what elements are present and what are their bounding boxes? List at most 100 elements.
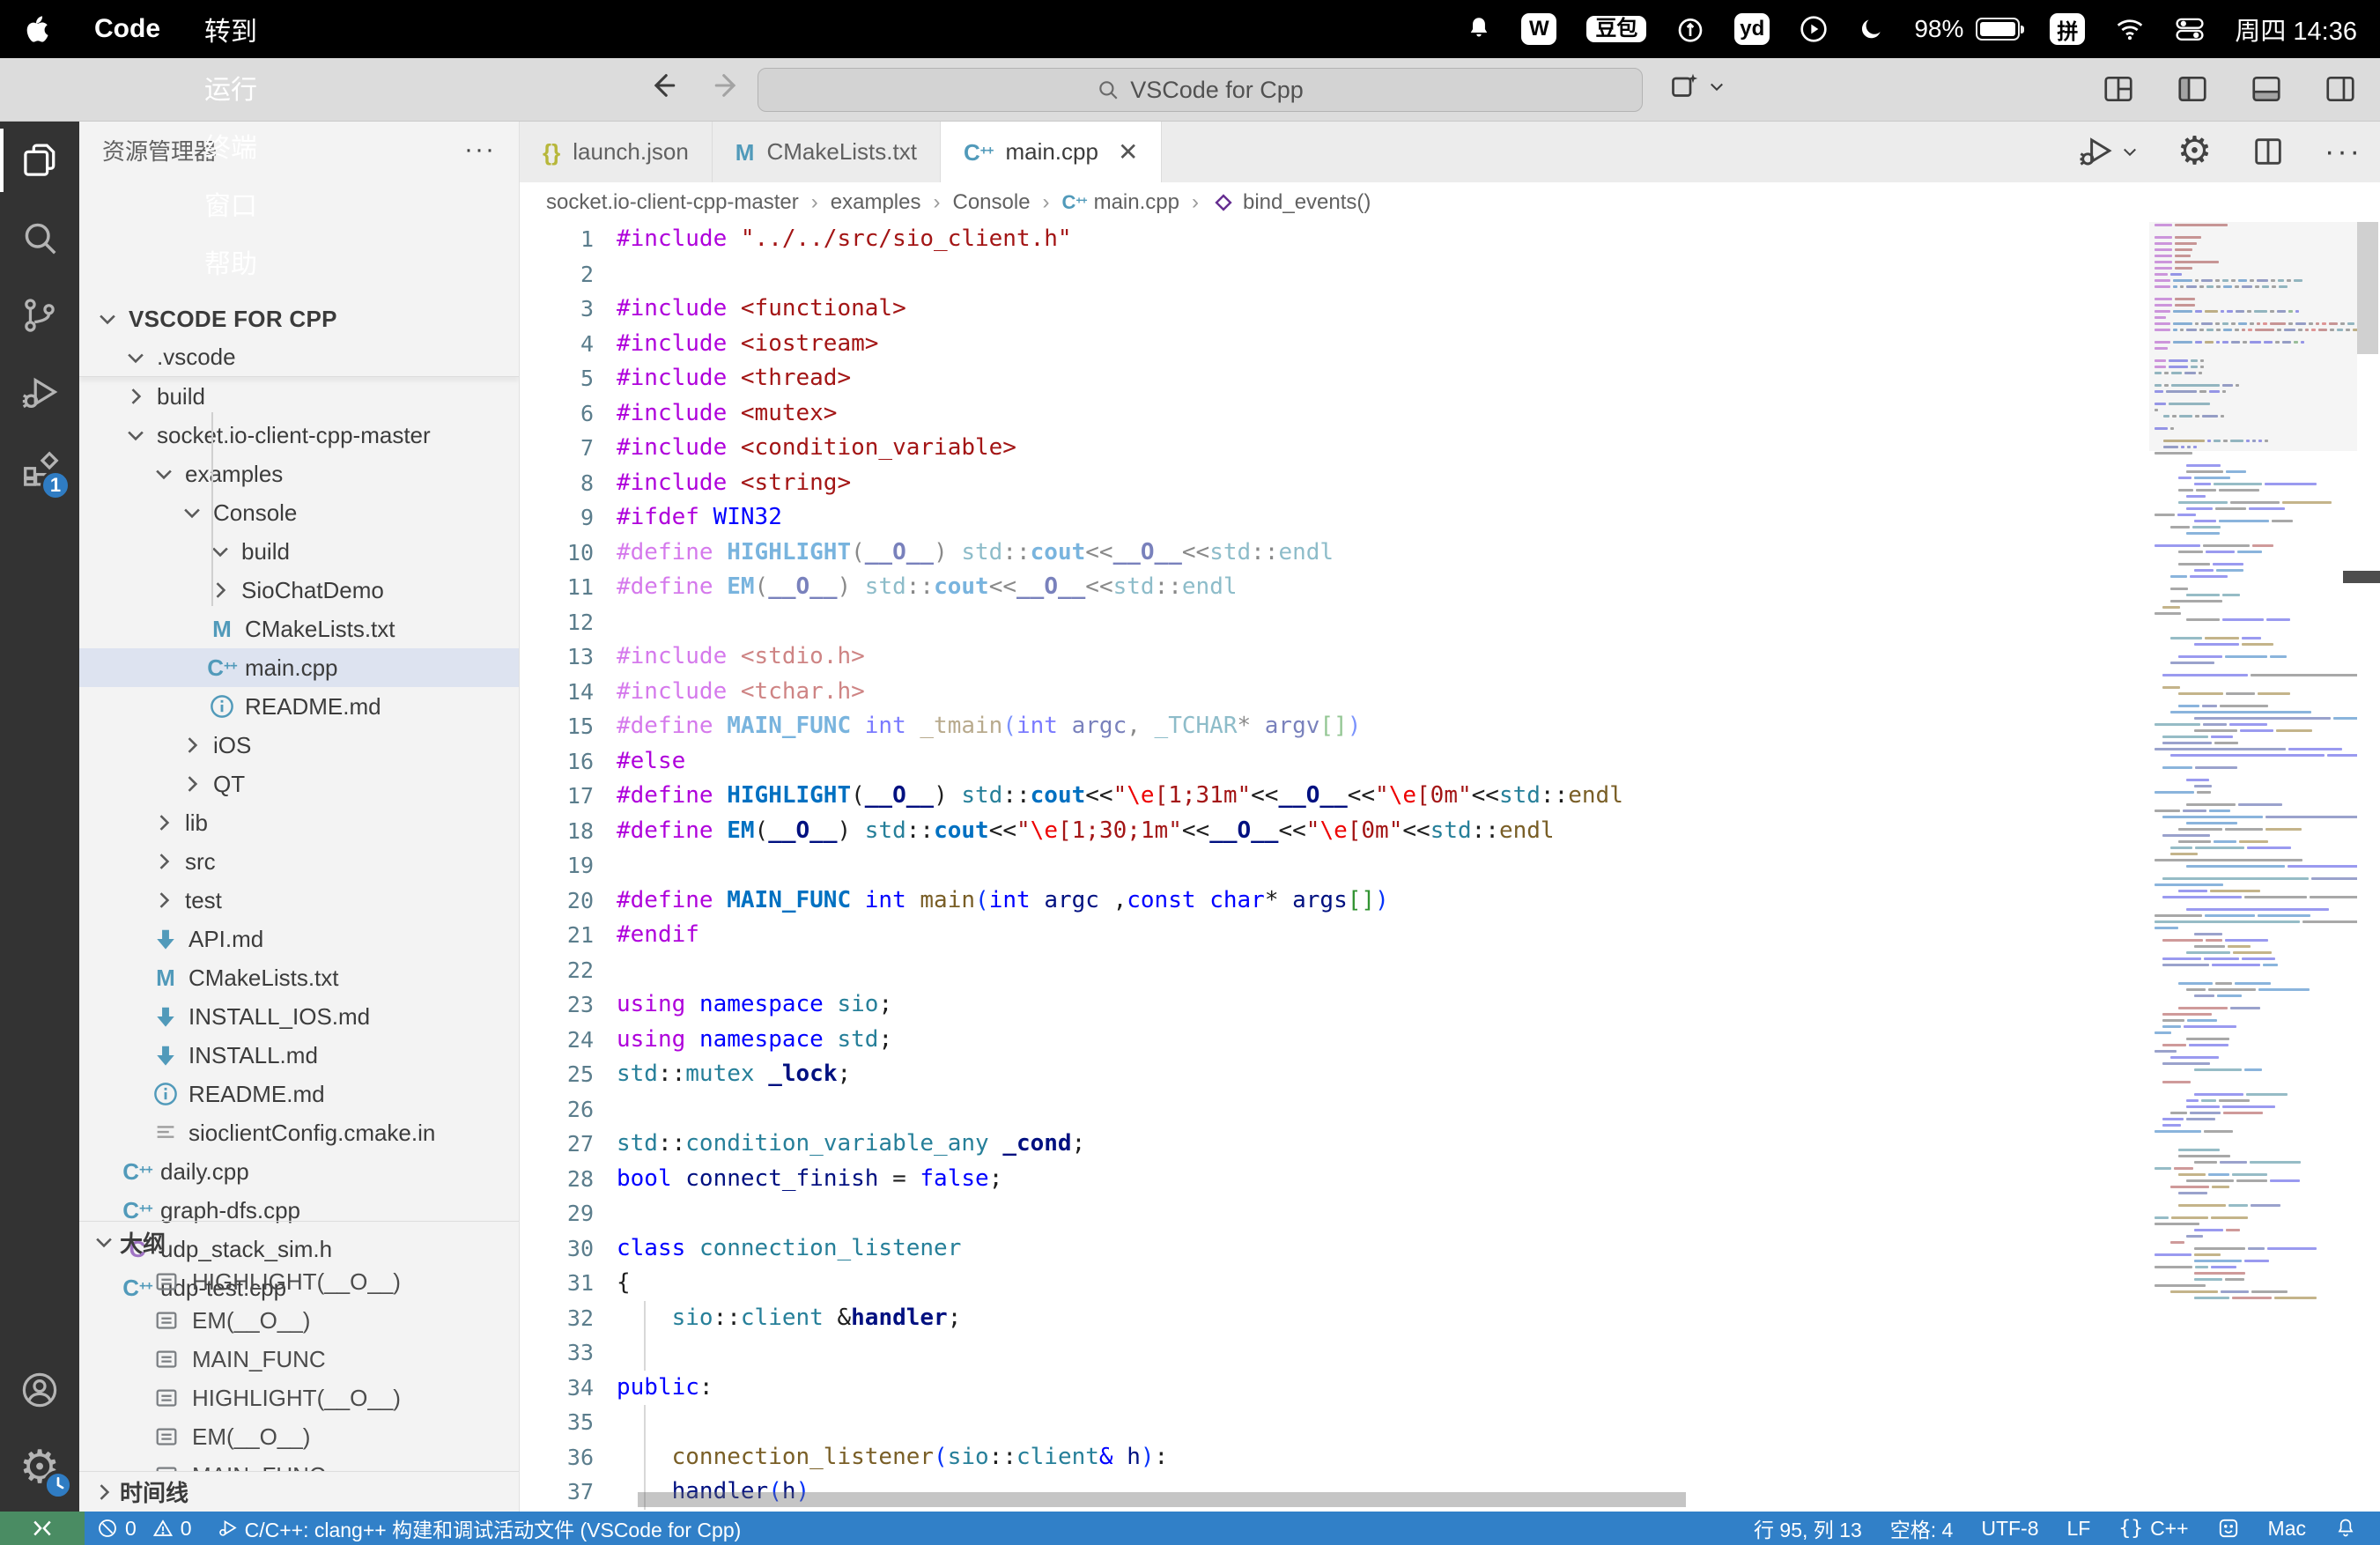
code-line-6[interactable]: 6#include <mutex> — [520, 396, 2149, 432]
tree-item-cmakelists-txt[interactable]: MCMakeLists.txt — [79, 610, 519, 648]
tab-main-cpp[interactable]: C++main.cpp✕ — [941, 122, 1162, 182]
outline-item[interactable]: HIGHLIGHT(__O__) — [79, 1379, 519, 1417]
outline-item[interactable]: MAIN_FUNC — [79, 1340, 519, 1379]
chevron-right-icon[interactable] — [176, 733, 208, 758]
tree-item-install-md[interactable]: INSTALL.md — [79, 1036, 519, 1075]
youdao-menu-icon[interactable]: yd — [1734, 13, 1770, 45]
code-line-9[interactable]: 9#ifdef WIN32 — [520, 500, 2149, 536]
code-line-4[interactable]: 4#include <iostream> — [520, 327, 2149, 362]
encoding-status[interactable]: UTF-8 — [1967, 1512, 2052, 1545]
code-line-29[interactable]: 29 — [520, 1196, 2149, 1231]
tree-item-install-ios-md[interactable]: INSTALL_IOS.md — [79, 997, 519, 1036]
chevron-right-icon[interactable] — [148, 888, 180, 913]
code-line-30[interactable]: 30class connection_listener — [520, 1231, 2149, 1267]
focus-moon-icon[interactable] — [1858, 16, 1884, 42]
play-menu-icon[interactable] — [1800, 15, 1828, 43]
activity-run-debug[interactable] — [0, 354, 79, 432]
tree-item-api-md[interactable]: API.md — [79, 920, 519, 958]
tree-item-build[interactable]: build — [79, 532, 519, 571]
os-indicator[interactable]: Mac — [2254, 1512, 2320, 1545]
activity-settings[interactable]: ⚙ — [0, 1429, 79, 1506]
code-line-3[interactable]: 3#include <functional> — [520, 292, 2149, 327]
chevron-down-icon[interactable] — [176, 500, 208, 525]
chevron-right-icon[interactable] — [204, 578, 236, 602]
code-line-27[interactable]: 27std::condition_variable_any _cond; — [520, 1127, 2149, 1162]
toggle-secondary-sidebar-icon[interactable] — [2324, 72, 2357, 106]
timer-menu-icon[interactable] — [1676, 15, 1704, 43]
apple-menu-icon[interactable] — [0, 14, 72, 44]
code-line-33[interactable]: 33 — [520, 1335, 2149, 1371]
nav-forward-button[interactable] — [713, 70, 743, 100]
tree-item-siochatdemo[interactable]: SioChatDemo — [79, 571, 519, 610]
tree-item-build[interactable]: build — [79, 377, 519, 416]
tree-item--vscode[interactable]: .vscode — [79, 338, 519, 377]
outline-item[interactable]: EM(__O__) — [79, 1301, 519, 1340]
tree-item-src[interactable]: src — [79, 842, 519, 881]
code-line-13[interactable]: 13#include <stdio.h> — [520, 639, 2149, 675]
chevron-right-icon[interactable] — [120, 384, 152, 409]
outline-item[interactable]: EM(__O__) — [79, 1417, 519, 1456]
tree-item-readme-md[interactable]: README.md — [79, 687, 519, 726]
menu-clock[interactable]: 周四 14:36 — [2235, 11, 2357, 48]
remote-indicator[interactable] — [0, 1512, 85, 1545]
code-line-10[interactable]: 10#define HIGHLIGHT(__O__) std::cout<<__… — [520, 536, 2149, 571]
timeline-section-header[interactable]: 时间线 — [79, 1471, 519, 1512]
code-line-28[interactable]: 28bool connect_finish = false; — [520, 1162, 2149, 1197]
chevron-down-icon[interactable] — [92, 307, 123, 331]
code-line-31[interactable]: 31{ — [520, 1266, 2149, 1301]
control-center-icon[interactable] — [2175, 16, 2205, 42]
wps-menu-icon[interactable]: W — [1521, 13, 1556, 45]
tab-launch-json[interactable]: {}launch.json — [520, 122, 713, 182]
explorer-more-actions-icon[interactable]: ··· — [464, 135, 496, 165]
code-line-26[interactable]: 26 — [520, 1092, 2149, 1127]
chevron-down-icon[interactable] — [120, 345, 152, 370]
tree-item-examples[interactable]: examples — [79, 455, 519, 493]
command-center-search[interactable]: VSCode for Cpp — [758, 68, 1643, 112]
toggle-sidebar-icon[interactable] — [2176, 72, 2209, 106]
code-line-12[interactable]: 12 — [520, 605, 2149, 640]
chevron-right-icon[interactable] — [148, 810, 180, 835]
code-line-23[interactable]: 23using namespace sio; — [520, 987, 2149, 1023]
problems-status[interactable]: 0 0 — [85, 1512, 204, 1545]
menu-item[interactable]: 运行 — [182, 58, 279, 116]
editor-more-actions-icon[interactable]: ··· — [2325, 135, 2362, 169]
code-line-32[interactable]: 32 sio::client &handler; — [520, 1301, 2149, 1336]
code-editor[interactable]: 1#include "../../src/sio_client.h"23#inc… — [520, 222, 2149, 1512]
code-line-22[interactable]: 22 — [520, 953, 2149, 988]
chevron-down-icon[interactable] — [148, 462, 180, 486]
close-icon[interactable]: ✕ — [1118, 137, 1138, 166]
tree-item-cmakelists-txt[interactable]: MCMakeLists.txt — [79, 958, 519, 997]
indentation-status[interactable]: 空格: 4 — [1876, 1512, 1968, 1545]
chevron-down-icon[interactable] — [204, 539, 236, 564]
tree-item-ios[interactable]: iOS — [79, 726, 519, 765]
chevron-down-icon[interactable] — [1708, 78, 1726, 95]
toggle-panel-icon[interactable] — [2250, 72, 2283, 106]
code-line-34[interactable]: 34public: — [520, 1371, 2149, 1406]
language-mode[interactable]: {} C++ — [2104, 1512, 2202, 1545]
build-task-button[interactable]: C/C++: clang++ 构建和调试活动文件 (VSCode for Cpp… — [204, 1512, 754, 1545]
nav-back-button[interactable] — [647, 70, 677, 100]
eol-status[interactable]: LF — [2053, 1512, 2105, 1545]
breadcrumb-item[interactable]: socket.io-client-cpp-master — [546, 190, 799, 215]
code-line-2[interactable]: 2 — [520, 257, 2149, 292]
breadcrumb-item[interactable]: C++main.cpp — [1062, 190, 1179, 215]
code-line-20[interactable]: 20#define MAIN_FUNC int main(int argc ,c… — [520, 883, 2149, 919]
code-line-35[interactable]: 35 — [520, 1405, 2149, 1440]
breadcrumb-item[interactable]: bind_events() — [1211, 190, 1371, 215]
code-line-17[interactable]: 17#define HIGHLIGHT(__O__) std::cout<<"\… — [520, 779, 2149, 814]
outline-item[interactable]: HIGHLIGHT(__O__) — [79, 1262, 519, 1301]
menu-app-name[interactable]: Code — [72, 0, 182, 58]
chevron-down-icon[interactable] — [120, 423, 152, 447]
tree-item-console[interactable]: Console — [79, 493, 519, 532]
code-line-18[interactable]: 18#define EM(__O__) std::cout<<"\e[1;30;… — [520, 814, 2149, 849]
chevron-right-icon[interactable] — [148, 849, 180, 874]
customize-layout-icon[interactable] — [2102, 72, 2135, 106]
notification-bell-icon[interactable] — [1467, 16, 1491, 42]
code-line-21[interactable]: 21#endif — [520, 918, 2149, 953]
breadcrumb-item[interactable]: Console — [952, 190, 1030, 215]
code-line-25[interactable]: 25std::mutex _lock; — [520, 1057, 2149, 1092]
battery-status[interactable]: 98% — [1914, 15, 2020, 43]
outline-item[interactable]: MAIN_FUNC — [79, 1456, 519, 1471]
tree-item-lib[interactable]: lib — [79, 803, 519, 842]
tree-item-vscode-for-cpp[interactable]: VSCODE FOR CPP — [79, 299, 519, 338]
